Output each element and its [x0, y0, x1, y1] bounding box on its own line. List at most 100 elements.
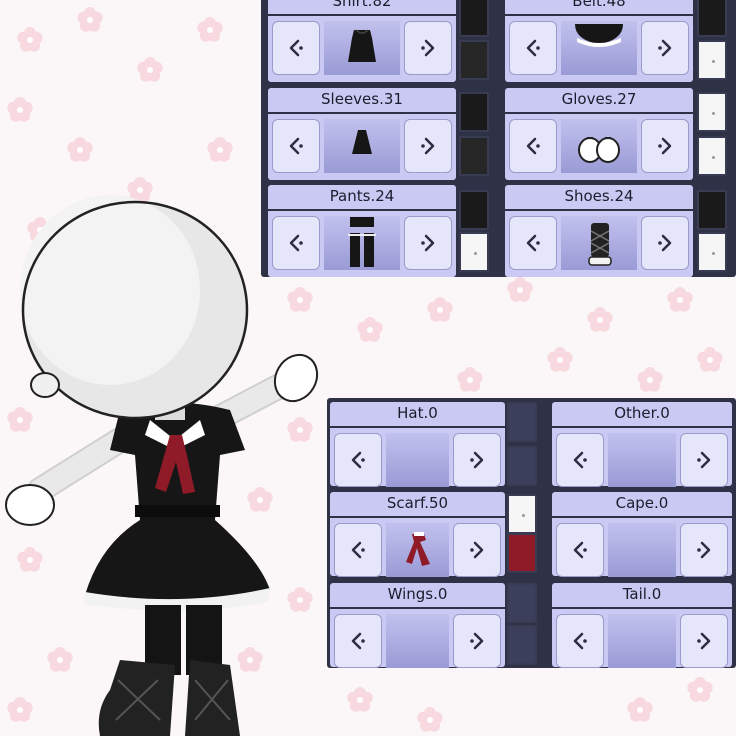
prev-shoes-button[interactable] [509, 216, 557, 270]
category-pants: Pants.24 [268, 185, 456, 277]
chevron-right-icon [470, 632, 484, 650]
chevron-right-icon [470, 541, 484, 559]
next-shirt-button[interactable] [404, 21, 452, 75]
gloves-selector [505, 114, 693, 180]
next-tail-button[interactable] [680, 614, 728, 668]
category-hat: Hat.0 [330, 402, 505, 487]
chevron-left-icon [351, 451, 365, 469]
chevron-right-icon [697, 541, 711, 559]
prev-sleeves-button[interactable] [272, 119, 320, 173]
chevron-left-icon [289, 234, 303, 252]
next-pants-button[interactable] [404, 216, 452, 270]
shirt-selector [268, 16, 456, 82]
chevron-right-icon [697, 632, 711, 650]
sleeve-icon [352, 130, 372, 154]
shirt-color-swatch-2[interactable] [459, 40, 489, 80]
hat-selector [330, 428, 505, 487]
next-shoes-button[interactable] [641, 216, 689, 270]
other-selector [552, 428, 732, 487]
shirt-icon [348, 29, 376, 62]
category-gloves: Gloves.27 [505, 88, 693, 180]
chevron-right-icon [421, 39, 435, 57]
next-wings-button[interactable] [453, 614, 501, 668]
sleeves-color-swatch-1[interactable] [459, 92, 489, 132]
category-wings: Wings.0 [330, 583, 505, 668]
belt-label: Belt.48 [505, 0, 693, 14]
next-cape-button[interactable] [680, 523, 728, 577]
next-hat-button[interactable] [453, 433, 501, 487]
pants-color-swatch-1[interactable] [459, 190, 489, 230]
category-shoes: Shoes.24 [505, 185, 693, 277]
chevron-right-icon [658, 137, 672, 155]
pants-color-swatch-2[interactable] [459, 232, 489, 272]
chevron-left-icon [573, 632, 587, 650]
pants-preview [324, 216, 400, 270]
shoes-label: Shoes.24 [505, 185, 693, 209]
chevron-left-icon [573, 451, 587, 469]
category-sleeves: Sleeves.31 [268, 88, 456, 180]
hat-label: Hat.0 [330, 402, 505, 426]
tail-label: Tail.0 [552, 583, 732, 607]
prev-other-button[interactable] [556, 433, 604, 487]
belt-color-swatch-1[interactable] [697, 0, 727, 37]
tail-selector [552, 609, 732, 668]
category-tail: Tail.0 [552, 583, 732, 668]
scarf-selector [330, 518, 505, 577]
wings-color-swatch-1[interactable] [507, 583, 537, 623]
pants-selector [268, 211, 456, 277]
belt-color-swatch-2[interactable] [697, 40, 727, 80]
prev-belt-button[interactable] [509, 21, 557, 75]
scarf-color-swatch-1[interactable] [507, 494, 537, 534]
category-belt: Belt.48 [505, 0, 693, 82]
gloves-icon [578, 137, 620, 163]
prev-shirt-button[interactable] [272, 21, 320, 75]
belt-preview [561, 21, 637, 75]
scarf-color-swatch-2[interactable] [507, 533, 537, 573]
shoes-color-swatch-1[interactable] [697, 190, 727, 230]
sleeves-label: Sleeves.31 [268, 88, 456, 112]
chevron-left-icon [573, 541, 587, 559]
scarf-icon [405, 532, 430, 566]
prev-pants-button[interactable] [272, 216, 320, 270]
prev-cape-button[interactable] [556, 523, 604, 577]
sleeves-selector [268, 114, 456, 180]
sleeves-preview [324, 119, 400, 173]
category-scarf: Scarf.50 [330, 492, 505, 577]
shoes-preview [561, 216, 637, 270]
belt-icon [575, 24, 623, 47]
shoes-color-swatch-2[interactable] [697, 232, 727, 272]
next-scarf-button[interactable] [453, 523, 501, 577]
shirt-color-swatch-1[interactable] [459, 0, 489, 37]
wings-preview [386, 614, 449, 668]
cape-selector [552, 518, 732, 577]
category-other: Other.0 [552, 402, 732, 487]
prev-wings-button[interactable] [334, 614, 382, 668]
shoes-icon [588, 223, 612, 266]
hat-preview [386, 433, 449, 487]
prev-hat-button[interactable] [334, 433, 382, 487]
other-label: Other.0 [552, 402, 732, 426]
prev-gloves-button[interactable] [509, 119, 557, 173]
chevron-left-icon [351, 632, 365, 650]
next-sleeves-button[interactable] [404, 119, 452, 173]
shoes-selector [505, 211, 693, 277]
chevron-left-icon [526, 234, 540, 252]
chevron-right-icon [697, 451, 711, 469]
prev-scarf-button[interactable] [334, 523, 382, 577]
next-other-button[interactable] [680, 433, 728, 487]
hat-color-swatch-2[interactable] [507, 446, 537, 486]
prev-tail-button[interactable] [556, 614, 604, 668]
category-cape: Cape.0 [552, 492, 732, 577]
belt-selector [505, 16, 693, 82]
next-gloves-button[interactable] [641, 119, 689, 173]
gloves-color-swatch-2[interactable] [697, 136, 727, 176]
next-belt-button[interactable] [641, 21, 689, 75]
wings-color-swatch-2[interactable] [507, 625, 537, 665]
gloves-color-swatch-1[interactable] [697, 92, 727, 132]
pants-icon [348, 217, 376, 267]
gloves-label: Gloves.27 [505, 88, 693, 112]
chevron-left-icon [526, 137, 540, 155]
sleeves-color-swatch-2[interactable] [459, 136, 489, 176]
chevron-left-icon [351, 541, 365, 559]
hat-color-swatch-1[interactable] [507, 402, 537, 442]
